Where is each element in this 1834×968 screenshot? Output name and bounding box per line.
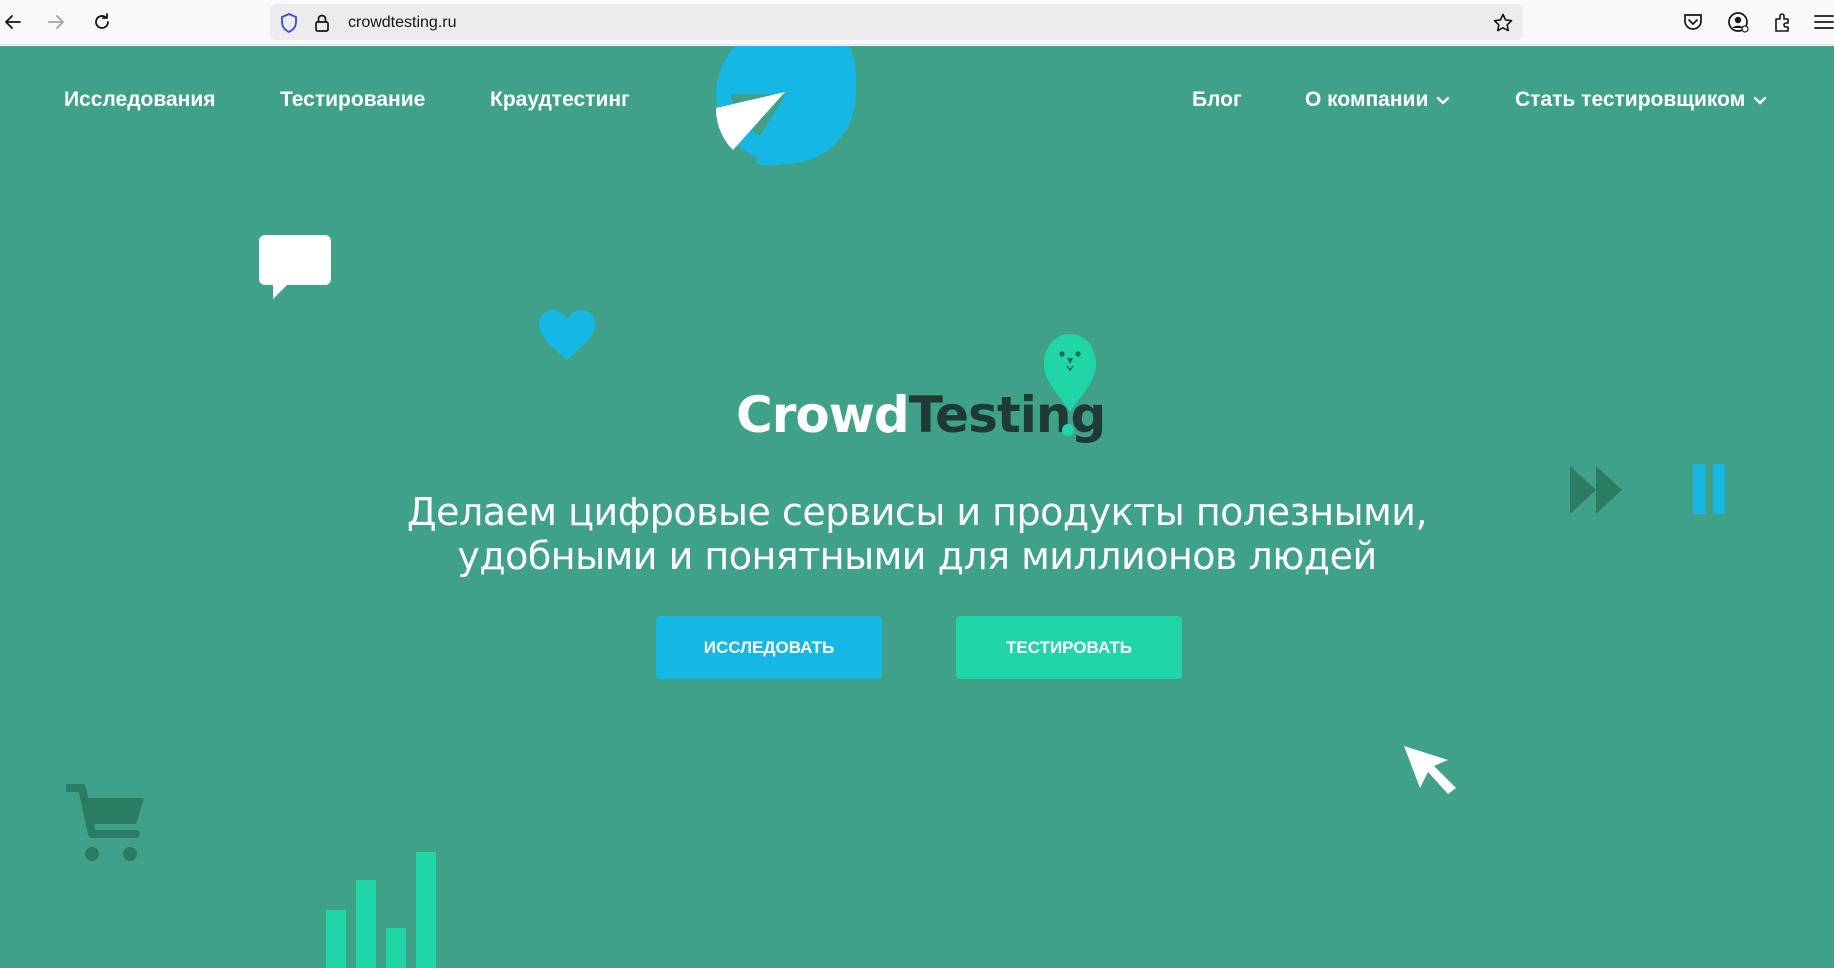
url-text[interactable]: crowdtesting.ru: [348, 14, 457, 32]
bar-chart-icon: [326, 852, 436, 968]
nav-blog[interactable]: Блог: [1192, 88, 1242, 112]
lock-icon[interactable]: [311, 12, 333, 34]
pie-chart-icon: [715, 46, 857, 166]
tagline-line-2: удобными и понятными для миллионов людей: [457, 534, 1377, 578]
bird-icon: [1044, 334, 1096, 436]
nav-company[interactable]: О компании: [1305, 88, 1450, 112]
account-icon[interactable]: [1725, 9, 1751, 35]
menu-icon[interactable]: [1812, 9, 1834, 35]
forward-icon[interactable]: [43, 9, 69, 35]
research-button[interactable]: ИССЛЕДОВАТЬ: [656, 616, 882, 679]
nav-research[interactable]: Исследования: [64, 88, 216, 112]
logo-crowd-text: Crowd: [736, 386, 910, 444]
cursor-arrow-icon: [1404, 746, 1456, 794]
tagline-line-1: Делаем цифровые сервисы и продукты полез…: [406, 490, 1428, 534]
test-button[interactable]: ТЕСТИРОВАТЬ: [956, 616, 1182, 679]
chevron-down-icon: [1436, 88, 1450, 112]
browser-toolbar: crowdtesting.ru: [0, 0, 1834, 45]
nav-become-tester[interactable]: Стать тестировщиком: [1515, 88, 1767, 112]
reload-icon[interactable]: [89, 9, 115, 35]
extensions-icon[interactable]: [1770, 9, 1796, 35]
nav-crowdtesting[interactable]: Краудтестинг: [490, 88, 630, 112]
nav-company-label: О компании: [1305, 88, 1429, 111]
heart-icon: [539, 310, 595, 360]
nav-testing[interactable]: Тестирование: [280, 88, 425, 112]
shield-icon[interactable]: [278, 12, 300, 34]
back-icon[interactable]: [0, 9, 26, 35]
nav-become-tester-label: Стать тестировщиком: [1515, 88, 1746, 111]
hero-tagline: Делаем цифровые сервисы и продукты полез…: [0, 490, 1834, 578]
pocket-icon[interactable]: [1680, 9, 1706, 35]
hero-section: Исследования Тестирование Краудтестинг Б…: [0, 46, 1834, 968]
chat-bubble-icon: [259, 235, 331, 299]
address-bar[interactable]: crowdtesting.ru: [270, 4, 1523, 40]
shopping-cart-icon: [66, 784, 144, 861]
chevron-down-icon: [1753, 88, 1767, 112]
bookmark-star-icon[interactable]: [1492, 12, 1514, 34]
